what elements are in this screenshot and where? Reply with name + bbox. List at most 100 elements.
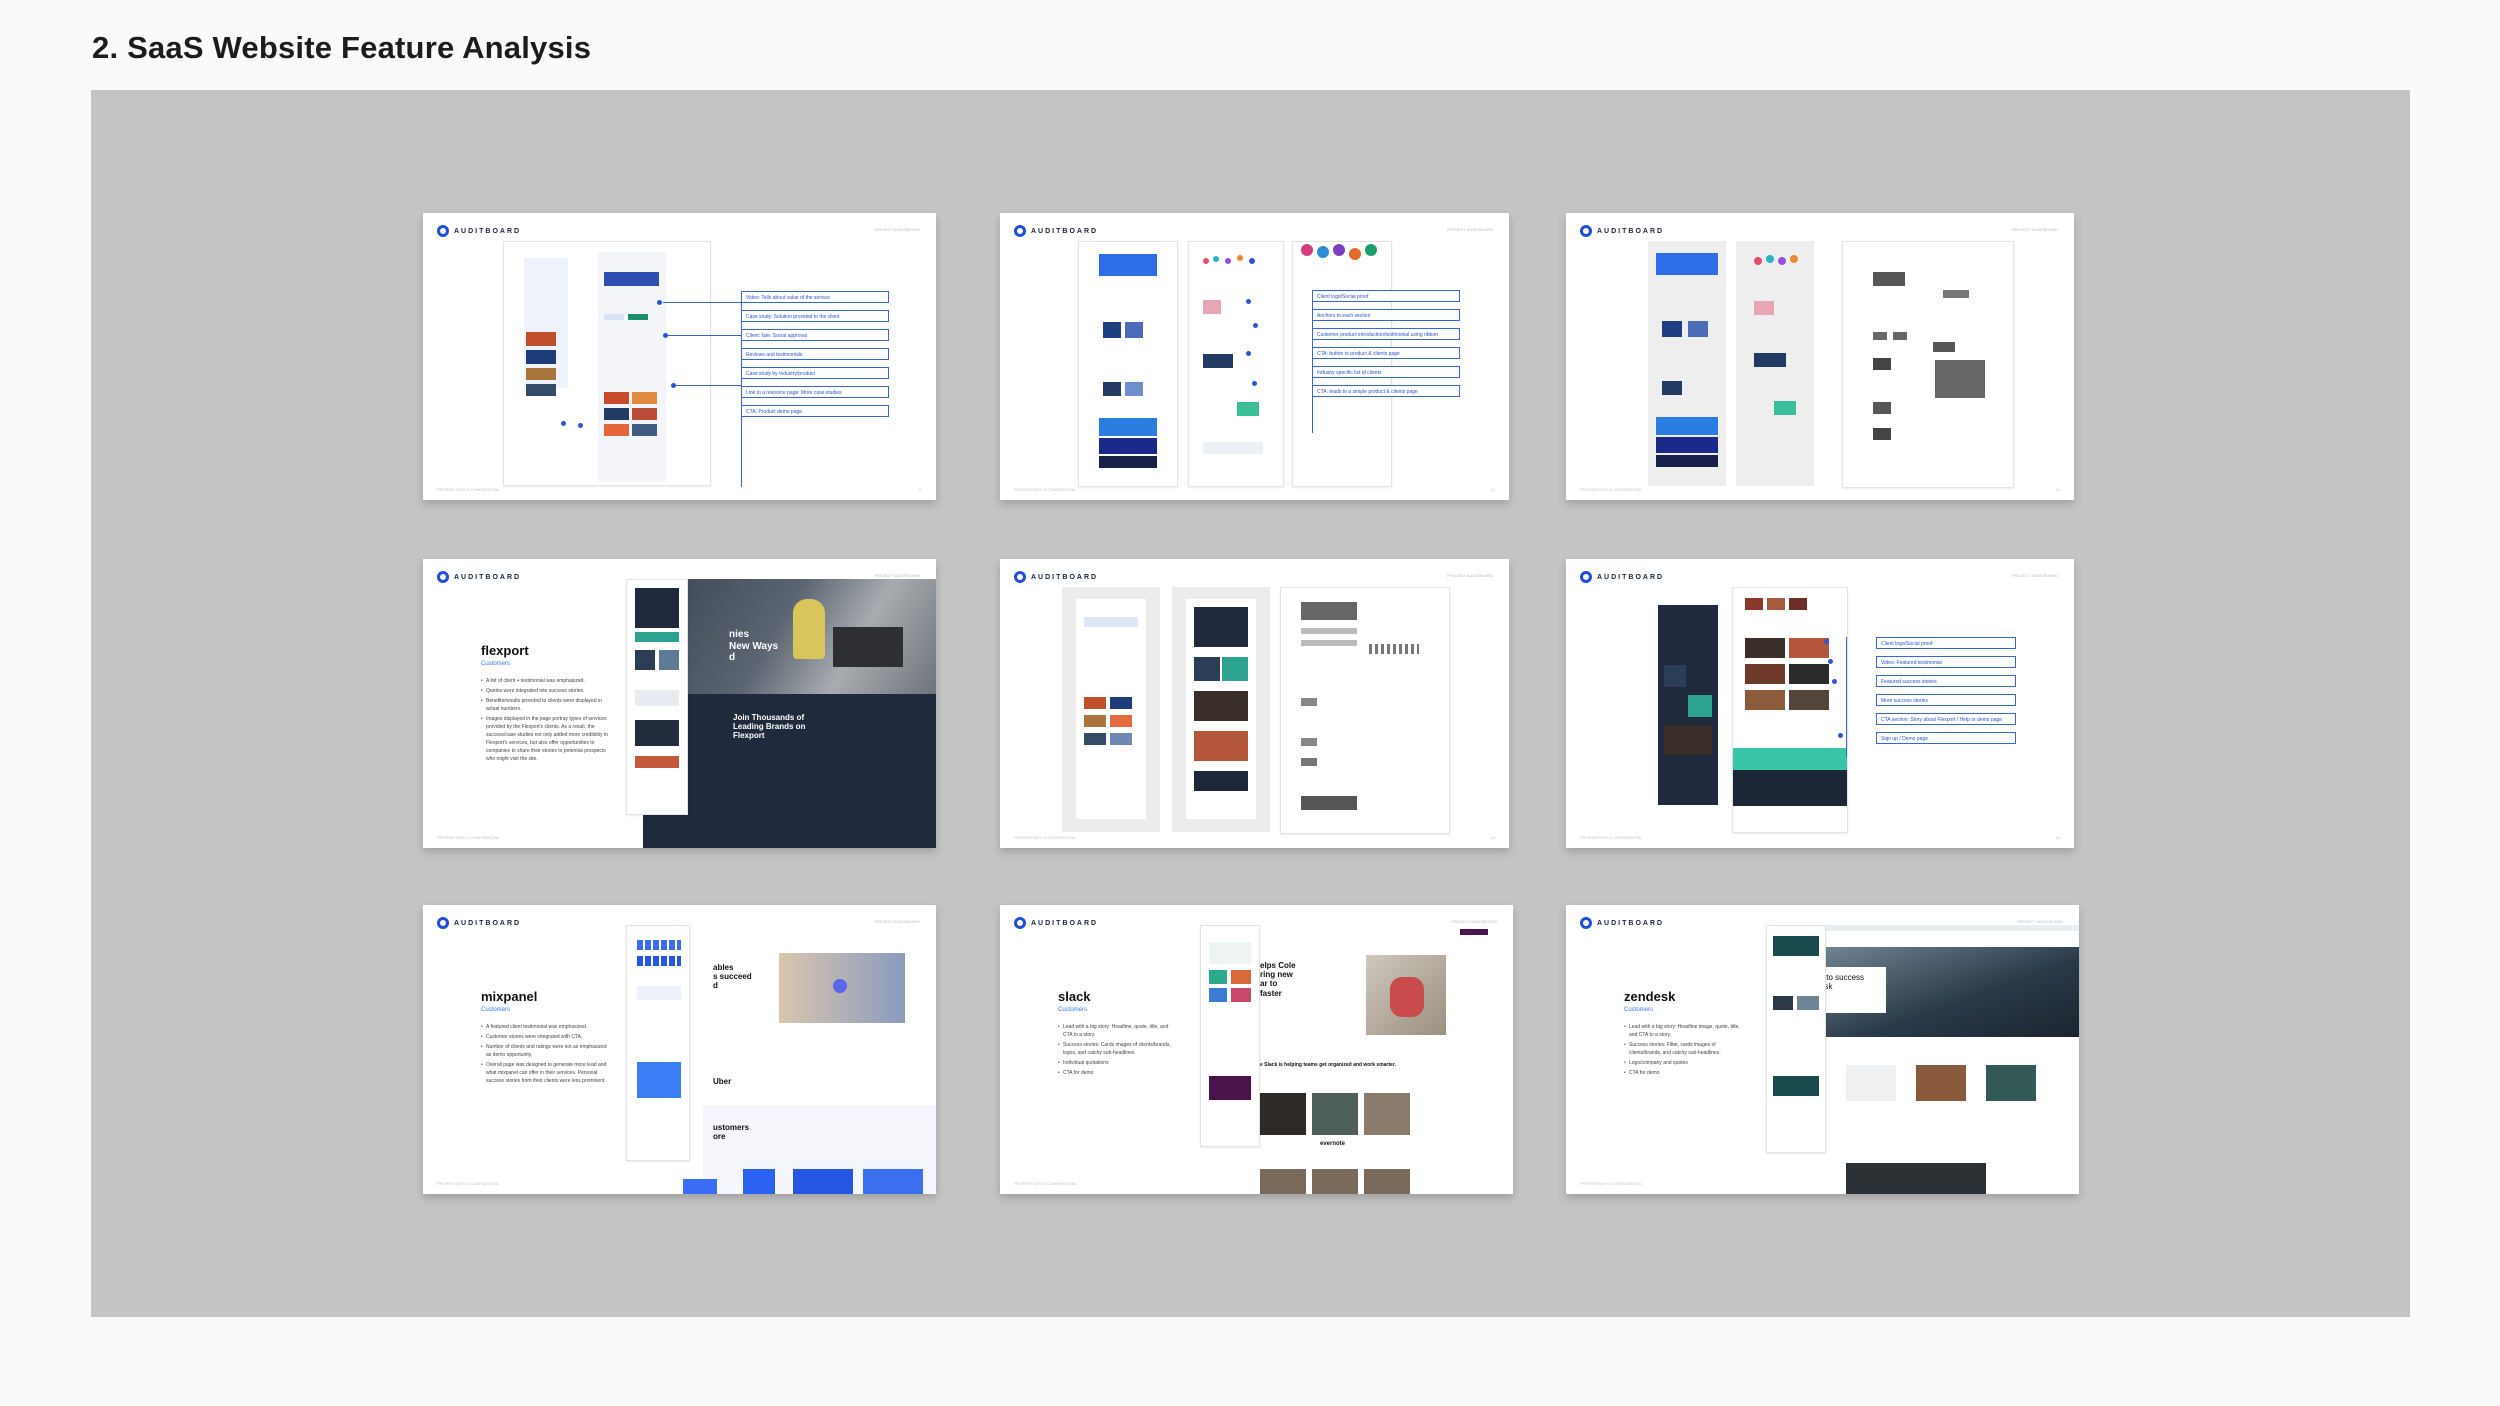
slide-footer: PROPRIETARY & CONFIDENTIAL: [1014, 487, 1077, 492]
slide-5[interactable]: AUDITBOARD PROJECT AUDITBOARD PROPRIETAR…: [1000, 559, 1509, 848]
callout: Client logo/Social proof: [1876, 637, 2016, 649]
auditboard-logo-icon: [1014, 571, 1026, 583]
bullet-item: Individual quotations: [1058, 1059, 1178, 1067]
page-number: 13: [2055, 487, 2060, 492]
slide-3[interactable]: AUDITBOARD PROJECT AUDITBOARD PROPRIETAR…: [1566, 213, 2074, 500]
slide-header-label: PROJECT AUDITBOARD: [2017, 919, 2063, 924]
bullet-item: Images displayed in the page portray typ…: [481, 715, 611, 763]
hero-screenshot: elps Cole ring new ar to faster e Slack …: [1220, 925, 1513, 1194]
slide-header-label: PROJECT AUDITBOARD: [1447, 227, 1493, 232]
auditboard-logo: AUDITBOARD: [1014, 225, 1098, 237]
website-screenshot: [626, 579, 688, 815]
slide-header-label: PROJECT AUDITBOARD: [874, 227, 920, 232]
helping-teams-text: e Slack is helping teams get organized a…: [1260, 1062, 1396, 1068]
bullet-item: CTA for demo: [1058, 1069, 1178, 1077]
join-headline: Join Thousands of Leading Brands on Flex…: [733, 713, 806, 741]
callout: Anchors to each section: [1312, 309, 1460, 321]
page-number: 12: [1490, 487, 1495, 492]
section-subtitle: Customers: [1624, 1007, 1654, 1013]
evernote-logo-text: evernote: [1320, 1141, 1346, 1147]
website-screenshot: [1188, 241, 1284, 487]
callout: CTA section: Story about Flexport / Help…: [1876, 713, 2016, 725]
hero-headline: elps Cole ring new ar to faster: [1260, 961, 1296, 998]
slide-footer: PROPRIETARY & CONFIDENTIAL: [437, 835, 500, 840]
slide-footer: PROPRIETARY & CONFIDENTIAL: [1580, 835, 1643, 840]
bullet-item: A featured client testimonial was emphas…: [481, 1023, 611, 1031]
website-screenshot: [1732, 587, 1848, 833]
slide-header-label: PROJECT AUDITBOARD: [874, 919, 920, 924]
bullet-list: Lead with a big story: Headline, quote, …: [1058, 1023, 1178, 1079]
bullet-item: A list of client + testimonial was empha…: [481, 677, 611, 685]
auditboard-logo: AUDITBOARD: [437, 225, 521, 237]
bullet-list: A list of client + testimonial was empha…: [481, 677, 611, 765]
page-number: 16: [2055, 835, 2060, 840]
bullet-item: CTA for demo: [1624, 1069, 1744, 1077]
bullet-item: Number of clients and ratings were not a…: [481, 1043, 611, 1059]
website-screenshot: [1292, 241, 1392, 487]
callout: Industry specific list of clients: [1312, 366, 1460, 378]
bullet-item: Logo/company and quotes: [1624, 1059, 1744, 1067]
auditboard-logo-icon: [1014, 917, 1026, 929]
section-subtitle: Customers: [481, 1007, 511, 1013]
brand-name: mixpanel: [481, 989, 538, 1004]
website-screenshot: [1842, 241, 2014, 488]
slide-2[interactable]: AUDITBOARD PROJECT AUDITBOARD Client log…: [1000, 213, 1509, 500]
website-screenshot: [503, 241, 711, 486]
slide-6[interactable]: AUDITBOARD PROJECT AUDITBOARD Client log…: [1566, 559, 2074, 848]
auditboard-logo-icon: [1580, 571, 1592, 583]
hero-screenshot: ables s succeed d Uber ustomers ore: [663, 927, 936, 1194]
auditboard-logo: AUDITBOARD: [1014, 571, 1098, 583]
callout: CTA: Product demo page: [741, 405, 889, 417]
stories-headline: ustomers ore: [713, 1123, 750, 1142]
callout: Case study by Industry/product: [741, 367, 889, 379]
bullet-list: A featured client testimonial was emphas…: [481, 1023, 611, 1087]
auditboard-logo-icon: [1580, 225, 1592, 237]
bullet-item: Lead with a big story: Headline image, q…: [1624, 1023, 1744, 1039]
callout: CTA: leads to a simple product & clients…: [1312, 385, 1460, 397]
auditboard-logo: AUDITBOARD: [1580, 917, 1664, 929]
callout: Link to a resource page: More case studi…: [741, 386, 889, 398]
website-screenshot: [1280, 587, 1450, 834]
bullet-item: Lead with a big story: Headline, quote, …: [1058, 1023, 1178, 1039]
website-screenshot: [626, 925, 690, 1161]
auditboard-logo: AUDITBOARD: [1014, 917, 1098, 929]
page-number: 15: [1490, 835, 1495, 840]
website-screenshot: [1648, 241, 1726, 486]
auditboard-logo-icon: [437, 571, 449, 583]
page-title: 2. SaaS Website Feature Analysis: [92, 30, 592, 65]
callout: More success stories: [1876, 694, 2016, 706]
auditboard-logo-icon: [1580, 917, 1592, 929]
bullet-item: Quotes were integrated into success stor…: [481, 687, 611, 695]
bullet-item: Customer stories were integrated with CT…: [481, 1033, 611, 1041]
slide-9[interactable]: AUDITBOARD PROJECT AUDITBOARD zendesk Cu…: [1566, 905, 2079, 1194]
callout: Video: Tells about value of the service: [741, 291, 889, 303]
slide-footer: PROPRIETARY & CONFIDENTIAL: [437, 487, 500, 492]
website-screenshot: [1658, 605, 1718, 805]
callout: CTA: button to product & clients page: [1312, 347, 1460, 359]
website-screenshot: [1172, 587, 1270, 832]
bullet-item: Success stories: Filter, cards images of…: [1624, 1041, 1744, 1057]
slide-7[interactable]: AUDITBOARD PROJECT AUDITBOARD mixpanel C…: [423, 905, 936, 1194]
brand-name: slack: [1058, 989, 1091, 1004]
hero-screenshot: y to success esk: [1786, 925, 2079, 1194]
slide-header-label: PROJECT AUDITBOARD: [1451, 919, 1497, 924]
bullet-item: Success stories: Cards images of clients…: [1058, 1041, 1178, 1057]
website-screenshot: [1736, 241, 1814, 486]
website-screenshot: [1766, 925, 1826, 1153]
callout: Customer product introduction/testimonia…: [1312, 328, 1460, 340]
slide-header-label: PROJECT AUDITBOARD: [1447, 573, 1493, 578]
website-screenshot: [1062, 587, 1160, 832]
auditboard-logo: AUDITBOARD: [1580, 571, 1664, 583]
slide-8[interactable]: AUDITBOARD PROJECT AUDITBOARD slack Cust…: [1000, 905, 1513, 1194]
slide-4[interactable]: AUDITBOARD PROJECT AUDITBOARD flexport C…: [423, 559, 936, 848]
slide-1[interactable]: AUDITBOARD PROJECT AUDITBOARD Video: Tel…: [423, 213, 936, 500]
section-subtitle: Customers: [1058, 1007, 1088, 1013]
hero-headline: ables s succeed d: [713, 963, 752, 991]
auditboard-logo-icon: [1014, 225, 1026, 237]
auditboard-logo: AUDITBOARD: [1580, 225, 1664, 237]
callout: Case study: Solution provided to the cli…: [741, 310, 889, 322]
slide-footer: PROPRIETARY & CONFIDENTIAL: [1014, 835, 1077, 840]
slide-footer: PROPRIETARY & CONFIDENTIAL: [1014, 1181, 1077, 1186]
auditboard-logo-icon: [437, 917, 449, 929]
brand-name: zendesk: [1624, 989, 1676, 1004]
